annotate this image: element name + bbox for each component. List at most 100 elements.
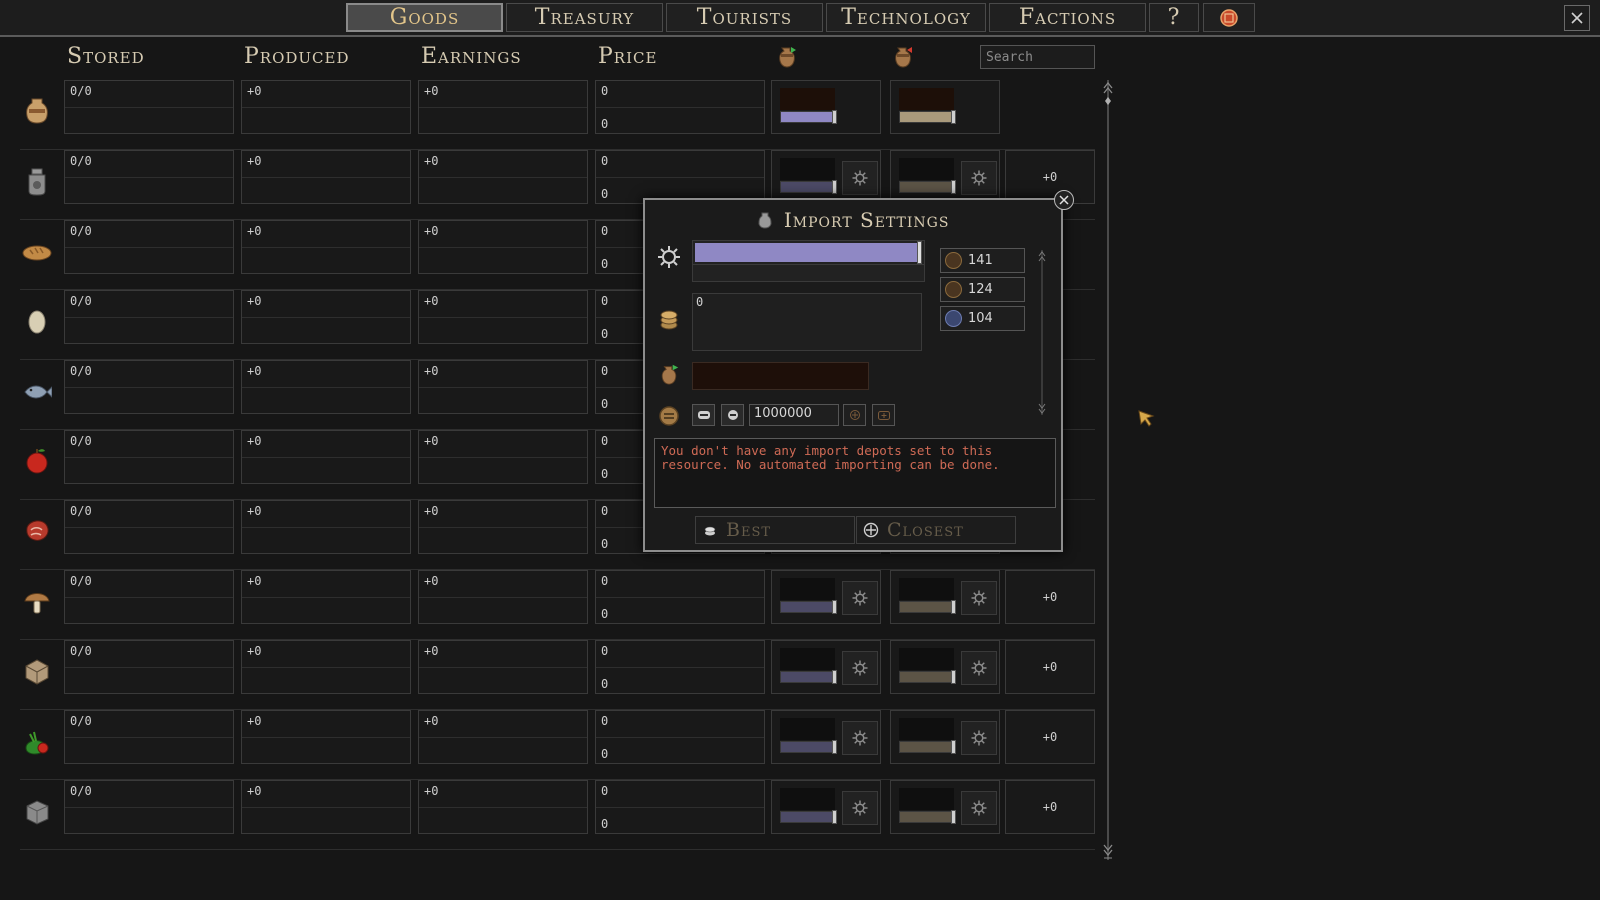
- tab-technology[interactable]: Technology: [826, 3, 986, 32]
- import-settings-button[interactable]: [842, 651, 878, 685]
- export-target-box[interactable]: [899, 88, 954, 110]
- export-slot[interactable]: [890, 640, 1000, 694]
- slider-handle[interactable]: [951, 810, 956, 824]
- import-settings-button[interactable]: [842, 791, 878, 825]
- export-target-box[interactable]: [899, 158, 954, 180]
- export-slot[interactable]: [890, 80, 1000, 134]
- increase-large-button[interactable]: [872, 404, 895, 426]
- export-slider[interactable]: [899, 180, 956, 194]
- search-input[interactable]: [980, 45, 1095, 69]
- export-slot[interactable]: [890, 570, 1000, 624]
- jar-icon: [758, 212, 772, 229]
- produced-cell-value: +0: [247, 364, 262, 378]
- tab-factions[interactable]: Factions: [989, 3, 1146, 32]
- export-settings-button[interactable]: [961, 161, 997, 195]
- export-target-box[interactable]: [899, 648, 954, 670]
- export-slider[interactable]: [899, 670, 956, 684]
- export-settings-button[interactable]: [961, 651, 997, 685]
- import-target-box[interactable]: [780, 158, 835, 180]
- import-slider[interactable]: [780, 110, 837, 124]
- export-slot[interactable]: [890, 780, 1000, 834]
- table-row[interactable]: 0/0 +0 +0 0 0: [20, 80, 1095, 150]
- decrease-button[interactable]: [721, 404, 744, 426]
- help-tab[interactable]: ?: [1149, 3, 1199, 32]
- import-slot[interactable]: [771, 640, 881, 694]
- slider-handle[interactable]: [951, 110, 956, 124]
- amount-input[interactable]: 1000000: [749, 404, 839, 426]
- import-slot[interactable]: [771, 80, 881, 134]
- export-slider[interactable]: [899, 110, 956, 124]
- import-slider[interactable]: [780, 740, 837, 754]
- price-cell-secondary-value: 0: [601, 327, 609, 341]
- slider-handle[interactable]: [951, 740, 956, 754]
- export-settings-button[interactable]: [961, 791, 997, 825]
- export-slider[interactable]: [899, 740, 956, 754]
- dialog-close-button[interactable]: [1054, 190, 1074, 210]
- slider-handle[interactable]: [832, 180, 837, 194]
- slider-handle[interactable]: [951, 670, 956, 684]
- import-depot-field[interactable]: [692, 362, 869, 390]
- import-settings-button[interactable]: [842, 721, 878, 755]
- import-slot[interactable]: [771, 780, 881, 834]
- slider-handle[interactable]: [832, 810, 837, 824]
- slider-handle[interactable]: [832, 670, 837, 684]
- tab-treasury[interactable]: Treasury: [506, 3, 663, 32]
- import-slot[interactable]: [771, 570, 881, 624]
- increase-button[interactable]: [843, 404, 866, 426]
- stored-cell-value: 0/0: [70, 644, 92, 658]
- export-slot[interactable]: [890, 710, 1000, 764]
- scroll-up-icon[interactable]: [1103, 80, 1113, 108]
- scroll-down-icon[interactable]: [1038, 401, 1046, 415]
- stored-cell-value: 0/0: [70, 784, 92, 798]
- export-settings-button[interactable]: [961, 721, 997, 755]
- export-target-box[interactable]: [899, 788, 954, 810]
- import-slider[interactable]: [780, 600, 837, 614]
- import-slider[interactable]: [780, 180, 837, 194]
- import-slot[interactable]: [771, 710, 881, 764]
- stored-cell: 0/0: [64, 430, 234, 484]
- import-slider[interactable]: [780, 670, 837, 684]
- slider-handle[interactable]: [832, 110, 837, 124]
- table-row[interactable]: 0/0 +0 +0 0 0 +0: [20, 780, 1095, 850]
- export-slider[interactable]: [899, 810, 956, 824]
- closest-button[interactable]: Closest: [856, 516, 1016, 544]
- import-target-box[interactable]: [780, 718, 835, 740]
- scroll-up-icon[interactable]: [1038, 250, 1046, 264]
- import-jar-icon[interactable]: [776, 43, 798, 69]
- export-slider[interactable]: [899, 600, 956, 614]
- decrease-large-button[interactable]: [692, 404, 715, 426]
- best-button[interactable]: Best: [695, 516, 855, 544]
- quality-slider[interactable]: [692, 240, 925, 282]
- table-row[interactable]: 0/0 +0 +0 0 0 +0: [20, 640, 1095, 710]
- table-row[interactable]: 0/0 +0 +0 0 0 +0: [20, 570, 1095, 640]
- export-target-box[interactable]: [899, 578, 954, 600]
- import-slot[interactable]: [771, 150, 881, 204]
- slider-handle[interactable]: [832, 600, 837, 614]
- export-slot[interactable]: [890, 150, 1000, 204]
- slider-handle[interactable]: [951, 600, 956, 614]
- stats-scrollbar[interactable]: [1038, 250, 1046, 415]
- scroll-down-icon[interactable]: [1103, 842, 1113, 860]
- export-settings-button[interactable]: [961, 581, 997, 615]
- import-settings-button[interactable]: [842, 161, 878, 195]
- close-window-button[interactable]: [1564, 5, 1590, 31]
- table-row[interactable]: 0/0 +0 +0 0 0 +0: [20, 710, 1095, 780]
- tab-emblem[interactable]: [1203, 3, 1255, 32]
- import-settings-button[interactable]: [842, 581, 878, 615]
- slider-handle[interactable]: [951, 180, 956, 194]
- goods-scrollbar[interactable]: [1103, 80, 1113, 860]
- import-target-box[interactable]: [780, 648, 835, 670]
- import-target-box[interactable]: [780, 578, 835, 600]
- import-target-box[interactable]: [780, 788, 835, 810]
- tab-tourists[interactable]: Tourists: [666, 3, 823, 32]
- gear-icon: [971, 660, 987, 676]
- slider-handle[interactable]: [832, 740, 837, 754]
- import-slider[interactable]: [780, 810, 837, 824]
- export-target-box[interactable]: [899, 718, 954, 740]
- price-field[interactable]: 0: [692, 293, 922, 351]
- tab-goods[interactable]: Goods: [346, 3, 503, 32]
- slider-handle[interactable]: [917, 241, 922, 264]
- import-target-box[interactable]: [780, 88, 835, 110]
- export-jar-icon[interactable]: [892, 43, 914, 69]
- earnings-cell: +0: [418, 710, 588, 764]
